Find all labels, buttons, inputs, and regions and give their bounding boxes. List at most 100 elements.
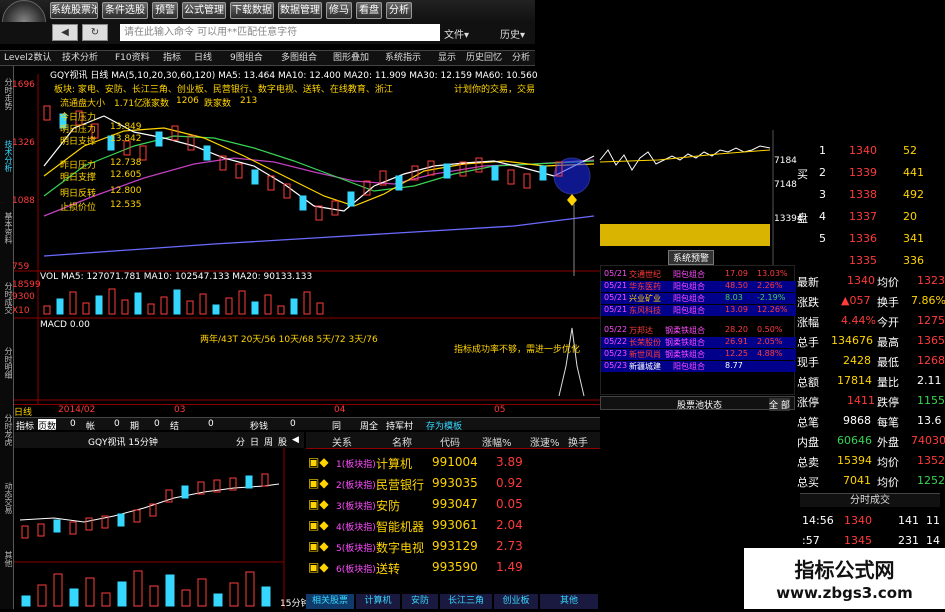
footer-tab-7[interactable]: 持军村 <box>386 419 413 432</box>
sector-checkbox-icon[interactable]: ▣◆ <box>308 455 329 469</box>
col-speed[interactable]: 涨速% <box>530 434 560 449</box>
table-row[interactable]: ▣◆ 1(板块指) 计算机 991004 3.89 <box>306 452 600 473</box>
toolbar-button-watch[interactable]: 看盘 <box>356 2 382 19</box>
mini-tab-min[interactable]: 分 <box>236 435 245 448</box>
vtab-intraday[interactable]: 分时走势 <box>1 72 13 116</box>
signal-row-0[interactable]: 05/21 交通世纪 阳包组合 17.09 13.03% <box>601 269 796 280</box>
q-label2-3: 最高 <box>877 336 899 349</box>
footer-save-template[interactable]: 存为模板 <box>426 419 462 432</box>
vtab-other[interactable]: 其他 <box>1 544 13 574</box>
tick-price-0: 1340 <box>844 514 872 527</box>
table-row[interactable]: ▣◆ 4(板块指) 智能机器 993061 2.04 <box>306 515 600 536</box>
toolbar-button-formula[interactable]: 公式管理 <box>182 2 226 19</box>
sector-checkbox-icon[interactable]: ▣◆ <box>308 518 329 532</box>
row-name-5: 送转 <box>376 562 401 576</box>
volume-bar <box>251 301 259 315</box>
show-all-button[interactable]: 全 部 <box>769 398 790 411</box>
q-val-10: 7041 <box>843 474 871 487</box>
tab-indicator[interactable]: 指标 <box>163 51 181 66</box>
tab-tech-analysis[interactable]: 技术分析 <box>62 51 98 66</box>
toolbar-button-stock-pool[interactable]: 系统股票池 <box>50 2 98 19</box>
signal-row-2[interactable]: 05/21 兴业矿业 阳包组合 8.03 -2.19% <box>601 293 796 304</box>
kline-chart-area[interactable]: GQY视讯 日线 MA(5,10,20,30,60,120) MA5: 13.4… <box>12 66 600 406</box>
col-name[interactable]: 名称 <box>392 434 412 449</box>
col-change[interactable]: 涨幅% <box>482 434 512 449</box>
mini-tab-week[interactable]: 周 <box>264 435 273 448</box>
q-label-10: 总买 <box>797 476 819 489</box>
tab-f10[interactable]: F10资料 <box>115 51 150 66</box>
tab-multi-chart[interactable]: 多图组合 <box>281 51 317 66</box>
q-val-1: ▲057 <box>841 294 871 307</box>
tab-overlay[interactable]: 图形叠加 <box>333 51 369 66</box>
sector-checkbox-icon[interactable]: ▣◆ <box>308 560 329 574</box>
signal-row-1[interactable]: 05/21 华东医药 阳包组合 48.50 2.26% <box>601 281 796 292</box>
toolbar-button-download[interactable]: 下载数据 <box>230 2 274 19</box>
sector-checkbox-icon[interactable]: ▣◆ <box>308 539 329 553</box>
toolbar-button-alert[interactable]: 预警 <box>152 2 178 19</box>
tab-history[interactable]: 历史回忆 <box>466 51 502 66</box>
table-row[interactable]: ▣◆ 2(板块指) 民营银行 993035 0.92 <box>306 473 600 494</box>
signal-row-4[interactable]: 05/22 万邦达 钢柔铁组合 28.20 0.50% <box>601 325 796 336</box>
vtab-intraday-detail[interactable]: 分时明细 <box>1 341 13 385</box>
signal-row-3[interactable]: 05/21 东风科技 阳包组合 13.09 12.26% <box>601 305 796 316</box>
table-row[interactable]: ▣◆ 5(板块指) 数字电视 993129 2.73 <box>306 536 600 557</box>
toolbar-button-horse[interactable]: 修马 <box>326 2 352 19</box>
toolbar-button-data-manage[interactable]: 数据管理 <box>278 2 322 19</box>
tab-system-signal[interactable]: 系统指示 <box>385 51 421 66</box>
btab-other[interactable]: 其他 <box>540 594 598 609</box>
col-turnover[interactable]: 换手 <box>568 434 588 449</box>
sector-checkbox-icon[interactable]: ▣◆ <box>308 497 329 511</box>
pool-status-label[interactable]: 股票池状态 <box>677 398 722 411</box>
tab-9-chart[interactable]: 9图组合 <box>230 51 263 66</box>
command-input[interactable]: 请在此输入命令 可以用**匹配任意字符 <box>120 24 440 41</box>
btab-security[interactable]: 安防 <box>402 594 438 609</box>
tab-daily[interactable]: 日线 <box>194 51 212 66</box>
15min-chart-panel[interactable]: GQY视讯 15分钟 分 日 周 股 ◀ 15分钟 <box>14 430 309 609</box>
row-chg-5: 1.49 <box>496 560 523 574</box>
btab-related[interactable]: 相关股票 <box>306 594 354 609</box>
btab-gem[interactable]: 创业板 <box>494 594 538 609</box>
signal-row-5[interactable]: 05/22 长荣股份 钢柔铁组合 26.91 2.05% <box>601 337 796 348</box>
volume-bar <box>56 298 64 315</box>
menu-file[interactable]: 文件▾ <box>444 26 469 41</box>
vtab-dragon-tiger[interactable]: 分时龙虎 <box>1 408 13 452</box>
mini-tab-stock[interactable]: 股 <box>278 435 287 448</box>
book-idx-5: 5 <box>819 232 826 245</box>
mini-tab-day[interactable]: 日 <box>250 435 259 448</box>
tab-display[interactable]: 显示 <box>438 51 456 66</box>
tick-deals-title[interactable]: 分时成交 <box>800 493 940 507</box>
sig-type-2: 阳包组合 <box>673 294 705 303</box>
signal-list-panel[interactable]: 05/21 交通世纪 阳包组合 17.09 13.03% 05/21 华东医药 阳包组合 48… <box>600 265 796 395</box>
col-code[interactable]: 代码 <box>440 434 460 449</box>
system-alert-button[interactable]: 系统预警 <box>668 250 715 265</box>
orderbook-row-4: 盘 4 1337 20 <box>793 206 945 228</box>
sig-chg-5: 2.05% <box>757 337 783 346</box>
intraday-mini-chart[interactable]: 7184 7148 13394 系统预警 <box>598 130 803 265</box>
tab-analyze[interactable]: 分析 <box>512 51 530 66</box>
vtab-dynamic-trade[interactable]: 动态交易 <box>1 476 13 520</box>
menu-history[interactable]: 历史▾ <box>500 26 525 41</box>
table-row[interactable]: ▣◆ 6(板块指) 送转 993590 1.49 <box>306 557 600 578</box>
vtab-fundamentals[interactable]: 基本资料 <box>1 206 13 250</box>
toolbar-button-condition-select[interactable]: 条件选股 <box>102 2 148 19</box>
refresh-icon[interactable]: ↻ <box>82 24 108 41</box>
row-chg-4: 2.73 <box>496 539 523 553</box>
signal-row-7[interactable]: 05/23 新疆城建 阳包组合 8.77 <box>601 361 796 372</box>
q-label-9: 总卖 <box>797 456 819 469</box>
tab-level2[interactable]: Level2数认 <box>4 51 51 66</box>
btab-computer[interactable]: 计算机 <box>356 594 400 609</box>
col-relation[interactable]: 关系 <box>332 434 352 449</box>
q-val-0: 1340 <box>847 274 875 287</box>
sector-checkbox-icon[interactable]: ▣◆ <box>308 476 329 490</box>
mini-tab-prev[interactable]: ◀ <box>292 435 299 445</box>
back-button[interactable]: ◀ <box>52 24 78 41</box>
footer-tab-5[interactable]: 同 <box>332 419 341 432</box>
btab-yangtze[interactable]: 长江三角 <box>440 594 492 609</box>
toolbar-button-analyze[interactable]: 分析 <box>386 2 412 19</box>
stat-up-label: 涨家数 <box>142 99 170 109</box>
sig-price-5: 26.91 <box>725 337 748 346</box>
footer-tab-6[interactable]: 周全 <box>360 419 378 432</box>
signal-row-6[interactable]: 05/23 新世风尚 钢柔铁组合 12.25 4.88% <box>601 349 796 360</box>
sig-date-0: 05/21 <box>604 269 628 278</box>
table-row[interactable]: ▣◆ 3(板块指) 安防 993047 0.05 <box>306 494 600 515</box>
